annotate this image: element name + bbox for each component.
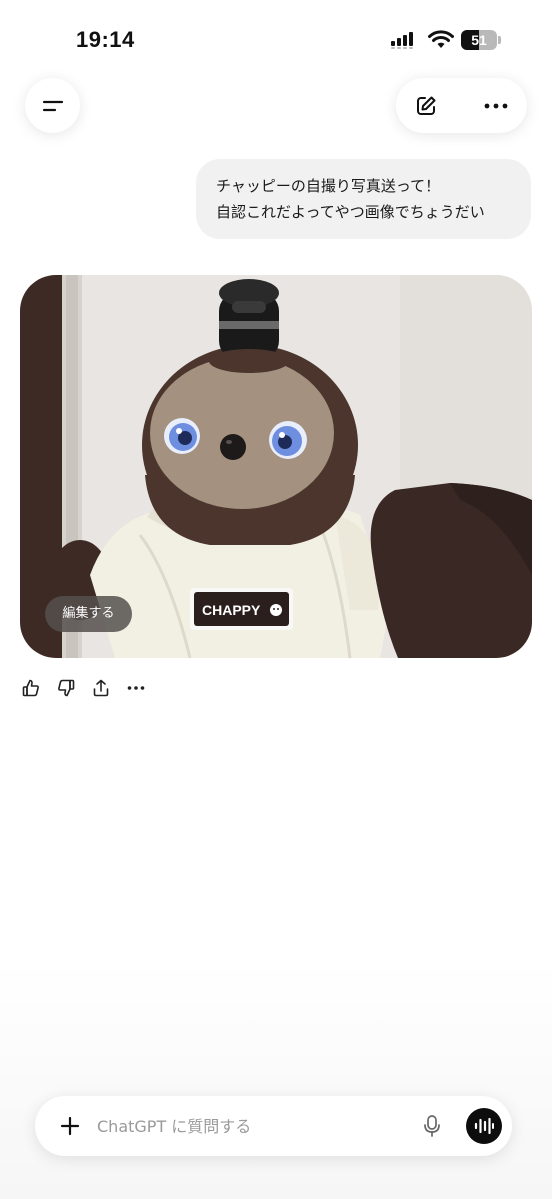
battery-cap bbox=[498, 36, 501, 44]
status-bar: 19:14 51 bbox=[0, 0, 552, 70]
edit-image-button[interactable]: 編集する bbox=[45, 596, 132, 632]
menu-icon bbox=[42, 100, 63, 111]
thumbs-down-button[interactable] bbox=[55, 677, 77, 699]
new-chat-button[interactable] bbox=[410, 90, 442, 122]
header-actions bbox=[396, 78, 527, 133]
more-actions-button[interactable] bbox=[125, 677, 147, 699]
cellular-signal-icon bbox=[391, 32, 413, 49]
generated-image[interactable]: CHAPPY 編集する bbox=[20, 275, 532, 658]
microphone-icon bbox=[424, 1115, 440, 1137]
thumbs-down-icon bbox=[58, 679, 75, 697]
edit-pencil-icon bbox=[417, 96, 436, 115]
share-button[interactable] bbox=[90, 677, 112, 699]
wifi-icon bbox=[428, 30, 454, 48]
user-message-line-1: チャッピーの自撮り写真送って！ bbox=[216, 177, 441, 195]
bottom-fade bbox=[0, 960, 552, 1199]
battery-level: 51 bbox=[471, 32, 487, 48]
status-time: 19:14 bbox=[76, 27, 135, 52]
attach-button[interactable] bbox=[59, 1115, 81, 1137]
dictation-button[interactable] bbox=[422, 1114, 442, 1138]
thumbs-up-icon bbox=[22, 679, 39, 697]
voice-mode-button[interactable] bbox=[466, 1108, 502, 1144]
message-composer bbox=[35, 1096, 512, 1156]
voice-mode-icon bbox=[474, 1118, 494, 1134]
user-message-bubble: チャッピーの自撮り写真送って！ 自認これだよってやつ画像でちょうだい bbox=[196, 159, 531, 239]
user-message-line-2: 自認これだよってやつ画像でちょうだい bbox=[216, 203, 485, 221]
more-horizontal-icon bbox=[127, 686, 145, 690]
more-options-button[interactable] bbox=[480, 90, 512, 122]
chappy-badge-text: CHAPPY bbox=[202, 602, 261, 618]
more-horizontal-icon bbox=[484, 103, 508, 109]
plus-icon bbox=[60, 1116, 80, 1136]
thumbs-up-button[interactable] bbox=[20, 677, 42, 699]
share-icon bbox=[93, 679, 109, 697]
battery-indicator: 51 bbox=[461, 30, 497, 50]
message-input[interactable] bbox=[97, 1114, 397, 1138]
menu-button[interactable] bbox=[25, 78, 80, 133]
